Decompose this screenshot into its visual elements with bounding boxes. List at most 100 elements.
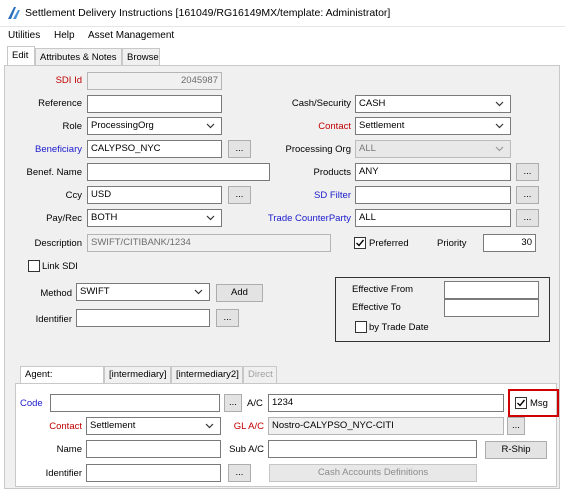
pay-rec-select[interactable]: BOTH <box>87 209 222 227</box>
tab-attributes-notes[interactable]: Attributes & Notes <box>35 48 122 66</box>
effective-to-label: Effective To <box>352 302 401 313</box>
cash-security-label: Cash/Security <box>291 98 351 109</box>
gl-ac-field: Nostro-CALYPSO_NYC-CITI <box>268 417 504 435</box>
description-field: SWIFT/CITIBANK/1234 <box>87 234 331 252</box>
method-select[interactable]: SWIFT <box>76 283 210 301</box>
chevron-down-icon <box>206 215 215 221</box>
sub-ac-input[interactable] <box>268 440 477 458</box>
name-label: Name <box>56 444 82 455</box>
main-tabs: Edit Attributes & Notes Browse <box>0 46 565 66</box>
by-trade-date-label: by Trade Date <box>369 322 429 333</box>
code-browse-button[interactable]: ... <box>224 394 242 412</box>
role-select[interactable]: ProcessingOrg <box>87 117 222 135</box>
preferred-checkbox[interactable] <box>354 237 366 249</box>
identifier-label: Identifier <box>35 314 72 325</box>
effective-to-input[interactable] <box>444 299 539 317</box>
agent-identifier-label: Identifier <box>45 468 82 479</box>
ac-label: A/C <box>247 398 263 409</box>
menu-utilities[interactable]: Utilities <box>8 30 40 41</box>
benef-name-input[interactable] <box>87 163 270 181</box>
msg-label: Msg <box>530 398 548 409</box>
gl-ac-label: GL A/C <box>233 421 264 432</box>
contact-select[interactable]: Settlement <box>355 117 511 135</box>
chevron-down-icon <box>495 123 504 129</box>
trade-counterparty-browse-button[interactable]: ... <box>516 209 539 227</box>
add-button[interactable]: Add <box>216 284 263 302</box>
app-logo-icon <box>8 7 20 19</box>
trade-counterparty-input[interactable]: ALL <box>355 209 511 227</box>
menu-bar: Utilities Help Asset Management <box>0 27 565 46</box>
msg-checkbox[interactable] <box>515 397 527 409</box>
ccy-browse-button[interactable]: ... <box>228 186 251 204</box>
beneficiary-label[interactable]: Beneficiary <box>20 144 82 155</box>
link-sdi-label: Link SDI <box>42 261 78 272</box>
contact-label: Contact <box>318 121 351 132</box>
code-label[interactable]: Code <box>20 398 47 409</box>
sd-filter-browse-button[interactable]: ... <box>516 186 539 204</box>
priority-label: Priority <box>437 238 467 249</box>
effective-from-label: Effective From <box>352 284 414 295</box>
chevron-down-icon <box>205 423 214 429</box>
identifier-input[interactable] <box>76 309 210 327</box>
tab-intermediary[interactable]: [intermediary] <box>104 366 171 383</box>
chevron-down-icon <box>206 123 215 129</box>
preferred-label: Preferred <box>369 238 409 249</box>
pay-rec-value: BOTH <box>91 212 118 223</box>
chevron-down-icon <box>495 101 504 107</box>
menu-help[interactable]: Help <box>54 30 75 41</box>
name-input[interactable] <box>86 440 221 458</box>
priority-input[interactable]: 30 <box>483 234 536 252</box>
menu-asset-management[interactable]: Asset Management <box>88 30 174 41</box>
checkmark-icon <box>356 239 365 247</box>
beneficiary-browse-button[interactable]: ... <box>228 140 251 158</box>
cash-security-select[interactable]: CASH <box>355 95 511 113</box>
effective-from-input[interactable] <box>444 281 539 299</box>
ccy-input[interactable]: USD <box>87 186 222 204</box>
window-title: Settlement Delivery Instructions [161049… <box>25 7 391 19</box>
description-label: Description <box>34 238 82 249</box>
by-trade-date-checkbox[interactable] <box>355 321 367 333</box>
cash-accounts-definitions-button: Cash Accounts Definitions <box>269 464 477 482</box>
agent-identifier-browse-button[interactable]: ... <box>228 464 251 482</box>
pay-rec-label: Pay/Rec <box>46 213 82 224</box>
products-label: Products <box>313 167 352 178</box>
chevron-down-icon <box>495 146 504 152</box>
sd-filter-label[interactable]: SD Filter <box>290 190 351 201</box>
products-browse-button[interactable]: ... <box>516 163 539 181</box>
ccy-label: Ccy <box>65 190 82 201</box>
processing-org-label: Processing Org <box>285 144 351 155</box>
title-bar: Settlement Delivery Instructions [161049… <box>0 0 565 27</box>
tab-edit[interactable]: Edit <box>7 46 35 66</box>
ac-input[interactable]: 1234 <box>268 394 504 412</box>
chevron-down-icon <box>194 289 203 295</box>
agent-contact-value: Settlement <box>90 420 136 431</box>
tab-agent[interactable]: Agent: <box>20 366 104 383</box>
sdi-id-label: SDI Id <box>55 75 82 86</box>
products-input[interactable]: ANY <box>355 163 511 181</box>
sub-ac-label: Sub A/C <box>229 444 264 455</box>
rship-button[interactable]: R-Ship <box>485 441 547 459</box>
role-value: ProcessingOrg <box>91 120 154 131</box>
reference-label: Reference <box>38 98 82 109</box>
checkmark-icon <box>517 399 526 407</box>
processing-org-select: ALL <box>355 140 511 158</box>
code-input[interactable] <box>50 394 220 412</box>
identifier-browse-button[interactable]: ... <box>216 309 239 327</box>
reference-input[interactable]: 2045987 <box>87 95 222 113</box>
sd-filter-input[interactable] <box>355 186 511 204</box>
gl-ac-browse-button[interactable]: ... <box>507 417 525 435</box>
benef-name-label: Benef. Name <box>26 167 82 178</box>
contact-value: Settlement <box>359 120 405 131</box>
method-value: SWIFT <box>80 286 110 297</box>
agent-identifier-input[interactable] <box>86 464 221 482</box>
tab-browse[interactable]: Browse <box>122 48 160 66</box>
agent-contact-select[interactable]: Settlement <box>86 417 221 435</box>
trade-counterparty-label[interactable]: Trade CounterParty <box>250 213 351 224</box>
beneficiary-input[interactable]: CALYPSO_NYC <box>87 140 222 158</box>
cash-security-value: CASH <box>359 98 386 109</box>
method-label: Method <box>40 288 72 299</box>
role-label: Role <box>62 121 82 132</box>
tab-direct: Direct <box>243 366 277 383</box>
link-sdi-checkbox[interactable] <box>28 260 40 272</box>
tab-intermediary2[interactable]: [intermediary2] <box>171 366 243 383</box>
